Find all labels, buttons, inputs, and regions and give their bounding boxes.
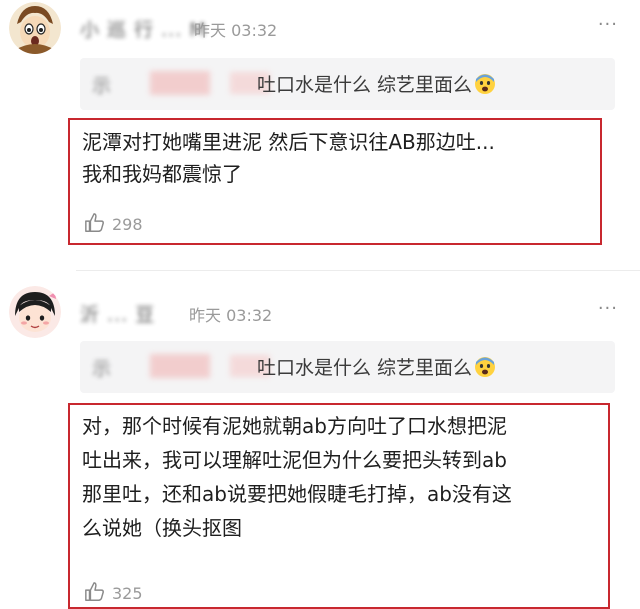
avatar[interactable] — [9, 286, 61, 338]
quoted-reply[interactable]: 示 吐口水是什么 综艺里面么 — [80, 58, 615, 110]
fearful-face-emoji — [475, 74, 496, 94]
comment-line: 吐出来，我可以理解吐泥但为什么要把头转到ab — [82, 448, 507, 472]
comment-card: 小 巡 行 ... M 昨天 03:32 ··· 示 吐口水是什么 综艺里面么 … — [0, 0, 640, 268]
comment-line: 那里吐，还和ab说要把她假睫毛打掉，ab没有这 — [82, 482, 512, 506]
timestamp: 昨天 03:32 — [194, 21, 278, 40]
highlight-box: 泥潭对打她嘴里进泥 然后下意识往AB那边吐... 我和我妈都震惊了 298 — [68, 118, 602, 245]
quote-author: 示 — [92, 358, 112, 380]
timestamp: 昨天 03:32 — [189, 306, 273, 325]
redaction-mark — [150, 354, 210, 378]
comment-line: 对，那个时候有泥她就朝ab方向吐了口水想把泥 — [82, 414, 507, 438]
comment-line: 泥潭对打她嘴里进泥 然后下意识往AB那边吐... — [82, 130, 495, 154]
divider — [76, 270, 640, 271]
quoted-reply[interactable]: 示 吐口水是什么 综艺里面么 — [80, 341, 615, 393]
quote-text: 吐口水是什么 综艺里面么 — [257, 70, 496, 97]
avatar[interactable] — [9, 2, 61, 54]
redaction-mark — [150, 71, 210, 95]
thumbs-up-icon — [85, 213, 104, 232]
more-dots-icon[interactable]: ··· — [598, 298, 618, 319]
thumbs-up-icon — [85, 582, 104, 601]
quote-author: 示 — [92, 75, 112, 97]
like-button[interactable]: 325 — [84, 581, 143, 603]
comment-line: 我和我妈都震惊了 — [82, 162, 242, 186]
comment-text: 对，那个时候有泥她就朝ab方向吐了口水想把泥 吐出来，我可以理解吐泥但为什么要把… — [82, 409, 600, 545]
more-dots-icon[interactable]: ··· — [598, 14, 618, 35]
comment-line: 么说她（换头抠图 — [82, 516, 242, 540]
fearful-face-emoji — [475, 357, 496, 377]
quote-text-content: 吐口水是什么 综艺里面么 — [257, 357, 473, 379]
quote-text-content: 吐口水是什么 综艺里面么 — [257, 74, 473, 96]
like-count: 298 — [112, 215, 143, 234]
quote-text: 吐口水是什么 综艺里面么 — [257, 353, 496, 380]
comment-card: 沂 ... 豆 昨天 03:32 ··· 示 吐口水是什么 综艺里面么 对，那个… — [0, 274, 640, 609]
highlight-box: 对，那个时候有泥她就朝ab方向吐了口水想把泥 吐出来，我可以理解吐泥但为什么要把… — [68, 403, 610, 609]
comment-text: 泥潭对打她嘴里进泥 然后下意识往AB那边吐... 我和我妈都震惊了 — [82, 126, 592, 190]
username[interactable]: 沂 ... 豆 — [80, 300, 155, 327]
like-button[interactable]: 298 — [84, 212, 143, 234]
username[interactable]: 小 巡 行 ... M — [80, 15, 207, 42]
like-count: 325 — [112, 584, 143, 603]
